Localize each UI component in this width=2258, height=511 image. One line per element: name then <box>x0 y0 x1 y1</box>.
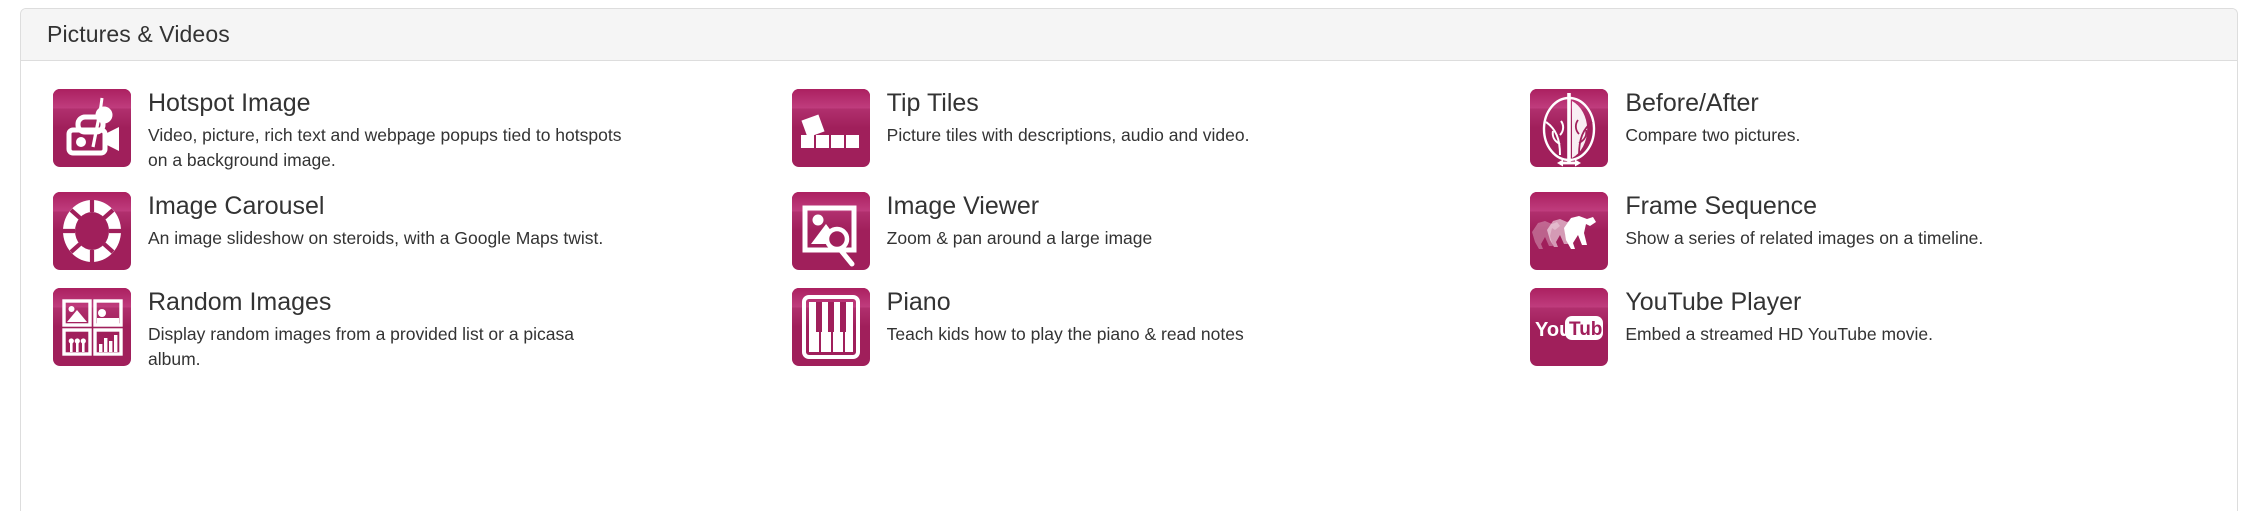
widget-title: Image Carousel <box>148 191 325 220</box>
widget-card-image-viewer[interactable]: Image Viewer Zoom & pan around a large i… <box>760 191 1485 270</box>
widget-text: Random Images Display random images from… <box>148 288 628 373</box>
widget-title: Piano <box>886 287 951 316</box>
widget-text: Tip Tiles Picture tiles with description… <box>887 89 1250 148</box>
youtube-logo-tube: Tube <box>1569 319 1608 340</box>
widget-description: Embed a streamed HD YouTube movie. <box>1625 323 1934 344</box>
random-images-icon <box>53 287 131 366</box>
widget-cell: Frame Sequence Show a series of related … <box>1498 191 2237 270</box>
panel-header: Pictures & Videos <box>21 9 2237 61</box>
widget-description: Video, picture, rich text and webpage po… <box>148 125 622 171</box>
widget-grid: Hotspot Image Video, picture, rich text … <box>21 89 2237 391</box>
page-title: Pictures & Videos <box>47 21 230 47</box>
widget-title: Before/After <box>1625 89 1759 117</box>
widget-cell: Image Carousel An image slideshow on ste… <box>21 191 760 270</box>
widget-title: Image Viewer <box>886 191 1040 220</box>
widget-card-youtube-player[interactable]: You Tube YouTube Player Embed a streamed… <box>1498 287 2223 366</box>
widget-description: Compare two pictures. <box>1625 125 1801 145</box>
widget-description: Show a series of related images on a tim… <box>1625 227 1984 248</box>
widget-text: Image Carousel An image slideshow on ste… <box>148 192 603 251</box>
widget-cell: You Tube YouTube Player Embed a streamed… <box>1498 287 2237 373</box>
tip-tiles-icon <box>791 89 870 167</box>
widget-card-tip-tiles[interactable]: Tip Tiles Picture tiles with description… <box>760 89 1485 167</box>
hotspot-image-icon <box>53 89 131 167</box>
widget-card-frame-sequence[interactable]: Frame Sequence Show a series of related … <box>1498 191 2223 270</box>
widget-card-piano[interactable]: Piano Teach kids how to play the piano &… <box>760 287 1485 366</box>
youtube-player-icon: You Tube <box>1530 287 1609 366</box>
widget-title: Hotspot Image <box>148 89 311 117</box>
widget-card-before-after[interactable]: Before/After Compare two pictures. <box>1498 89 2223 167</box>
widget-description: An image slideshow on steroids, with a G… <box>148 227 604 248</box>
widget-text: Frame Sequence Show a series of related … <box>1625 192 1983 251</box>
image-carousel-icon <box>53 191 131 270</box>
widget-cell: Random Images Display random images from… <box>21 287 760 373</box>
widget-description: Teach kids how to play the piano & read … <box>886 323 1244 344</box>
widget-description: Display random images from a provided li… <box>148 323 575 370</box>
widget-title: Random Images <box>148 287 332 316</box>
widget-text: Before/After Compare two pictures. <box>1625 89 1800 148</box>
widget-text: YouTube Player Embed a streamed HD YouTu… <box>1625 288 1933 347</box>
widget-cell: Before/After Compare two pictures. <box>1498 89 2237 174</box>
widget-description: Picture tiles with descriptions, audio a… <box>886 125 1250 145</box>
widget-card-image-carousel[interactable]: Image Carousel An image slideshow on ste… <box>21 191 746 270</box>
widget-cell: Hotspot Image Video, picture, rich text … <box>21 89 760 174</box>
image-viewer-icon <box>791 191 870 270</box>
widget-cell: Piano Teach kids how to play the piano &… <box>760 287 1499 373</box>
widget-cell: Image Viewer Zoom & pan around a large i… <box>760 191 1499 270</box>
pictures-and-videos-panel: Pictures & Videos Hotspot Image Video, p… <box>20 8 2238 511</box>
widget-text: Piano Teach kids how to play the piano &… <box>887 288 1244 347</box>
widget-description: Zoom & pan around a large image <box>886 227 1153 248</box>
widget-title: Tip Tiles <box>886 89 979 117</box>
panel-body: Hotspot Image Video, picture, rich text … <box>21 61 2237 391</box>
widget-card-random-images[interactable]: Random Images Display random images from… <box>21 287 746 373</box>
widget-text: Hotspot Image Video, picture, rich text … <box>148 89 628 174</box>
before-after-icon <box>1530 89 1609 167</box>
frame-sequence-icon <box>1530 191 1609 270</box>
piano-icon <box>791 287 870 366</box>
widget-card-hotspot-image[interactable]: Hotspot Image Video, picture, rich text … <box>21 89 746 174</box>
page-root: Pictures & Videos Hotspot Image Video, p… <box>0 0 2258 511</box>
widget-title: YouTube Player <box>1625 287 1802 316</box>
widget-title: Frame Sequence <box>1625 191 1818 220</box>
widget-cell: Tip Tiles Picture tiles with description… <box>760 89 1499 174</box>
widget-text: Image Viewer Zoom & pan around a large i… <box>887 192 1153 251</box>
